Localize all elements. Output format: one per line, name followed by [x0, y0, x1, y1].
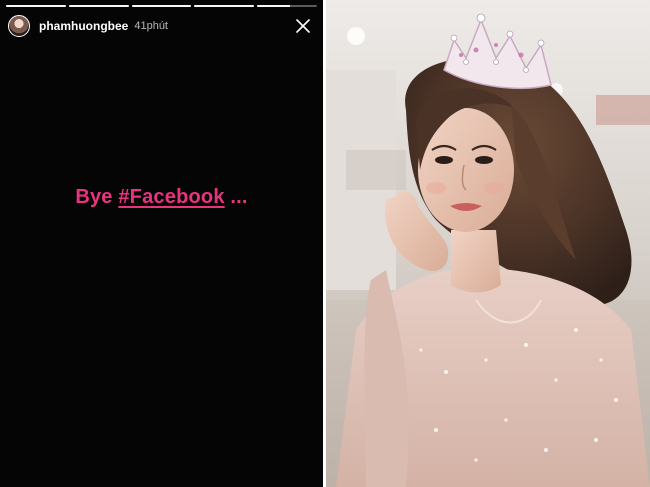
story-caption: Bye #Facebook ... — [0, 186, 323, 209]
progress-segment — [257, 5, 317, 7]
username[interactable]: phamhuongbee — [39, 19, 128, 33]
hashtag-link[interactable]: #Facebook — [118, 186, 224, 208]
caption-prefix: Bye — [75, 186, 119, 208]
screenshot-frame: phamhuongbee 41phút Bye #Facebook ... — [0, 0, 650, 487]
close-button[interactable] — [293, 16, 313, 36]
avatar[interactable] — [8, 15, 30, 37]
post-time: 41phút — [134, 20, 168, 32]
story-progress-bar — [6, 5, 317, 7]
progress-segment — [194, 5, 255, 7]
progress-segment — [6, 5, 66, 7]
story-panel[interactable]: phamhuongbee 41phút Bye #Facebook ... — [0, 0, 323, 487]
progress-segment — [68, 5, 129, 7]
progress-segment — [131, 5, 192, 7]
portrait-image — [326, 0, 650, 487]
caption-suffix: ... — [224, 186, 248, 208]
photo-panel — [326, 0, 650, 487]
close-icon — [296, 19, 310, 33]
story-header: phamhuongbee 41phút — [8, 13, 315, 39]
